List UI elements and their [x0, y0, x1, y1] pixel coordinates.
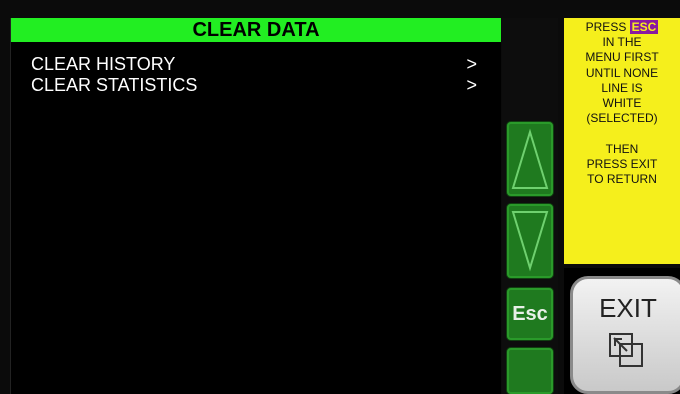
chevron-right-icon: >	[466, 54, 477, 74]
help-note: PRESS ESC IN THE MENU FIRST UNTIL NONE L…	[564, 18, 680, 264]
page-title: CLEAR DATA	[11, 18, 501, 42]
note-line: THEN	[605, 141, 639, 156]
note-line: MENU FIRST	[585, 50, 659, 65]
menu-item-label: CLEAR STATISTICS	[31, 75, 198, 95]
note-line: TO RETURN	[587, 172, 657, 187]
scroll-down-button[interactable]	[507, 204, 553, 278]
main-panel: CLEAR DATA CLEAR HISTORY > CLEAR STATIST…	[10, 18, 501, 394]
note-spacer	[564, 126, 680, 141]
down-arrow-icon	[511, 211, 549, 272]
up-arrow-icon	[511, 128, 549, 189]
side-button-column: Esc	[502, 18, 558, 394]
window-return-icon	[609, 333, 643, 367]
menu-item-clear-history[interactable]: CLEAR HISTORY >	[11, 54, 481, 75]
note-line: IN THE	[602, 35, 642, 50]
screen: CLEAR DATA CLEAR HISTORY > CLEAR STATIST…	[0, 0, 680, 394]
note-line: (SELECTED)	[586, 111, 658, 126]
blank-button[interactable]	[507, 348, 553, 394]
chevron-right-icon: >	[466, 75, 477, 95]
exit-button[interactable]: EXIT	[570, 276, 680, 394]
menu-list: CLEAR HISTORY > CLEAR STATISTICS >	[11, 54, 481, 96]
note-line: LINE IS	[601, 80, 643, 95]
note-line: WHITE	[602, 96, 642, 111]
exit-label: EXIT	[599, 293, 657, 323]
note-line: PRESS ESC	[564, 20, 680, 35]
scroll-up-button[interactable]	[507, 122, 553, 196]
note-line: PRESS EXIT	[586, 156, 658, 171]
note-line: UNTIL NONE	[585, 65, 659, 80]
esc-button[interactable]: Esc	[507, 288, 553, 340]
menu-item-clear-statistics[interactable]: CLEAR STATISTICS >	[11, 75, 481, 96]
exit-area: EXIT	[564, 268, 680, 394]
note-press: PRESS	[585, 20, 627, 34]
esc-highlight: ESC	[629, 20, 659, 34]
menu-item-label: CLEAR HISTORY	[31, 54, 176, 74]
